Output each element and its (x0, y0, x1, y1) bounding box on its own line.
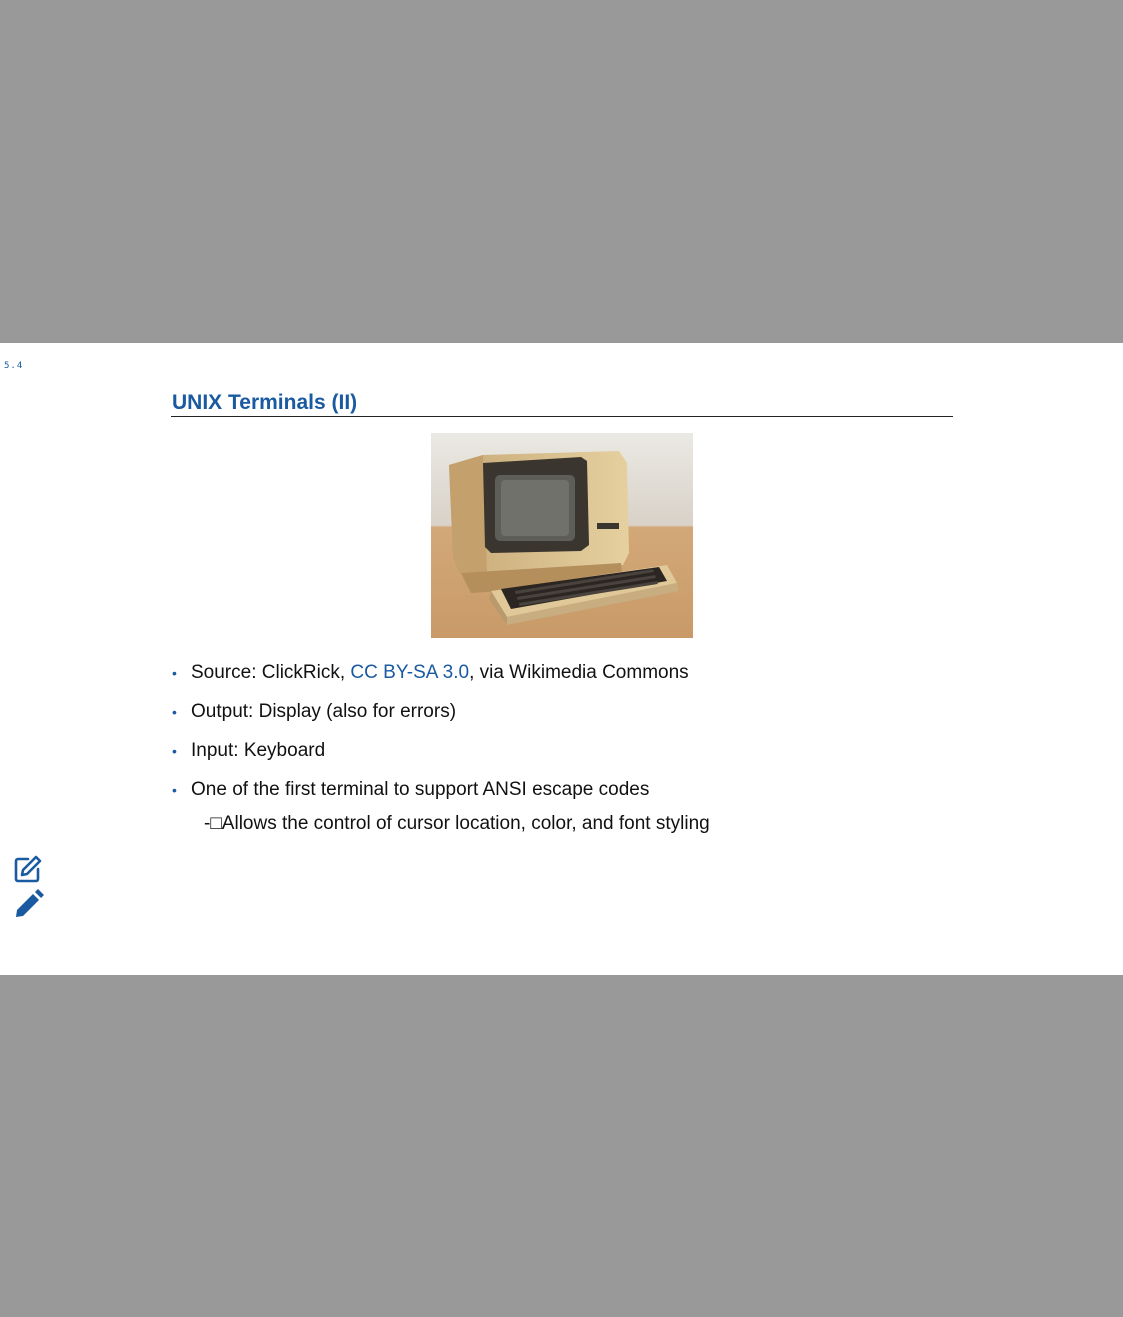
bullet-dot: • (172, 743, 177, 759)
pencil-icon[interactable] (12, 889, 44, 921)
slide: 5.4 UNIX Terminals (II) • Source: ClickR… (0, 343, 1123, 975)
list-item: • One of the first terminal to support A… (172, 778, 952, 817)
ansi-text: One of the first terminal to support ANS… (191, 779, 650, 800)
title-divider (171, 416, 953, 417)
sub-bullet: -□Allows the control of cursor location,… (204, 813, 710, 834)
edit-note-icon[interactable] (12, 853, 44, 885)
list-item: • Input: Keyboard (172, 739, 952, 778)
slide-number: 5.4 (4, 361, 24, 371)
bullet-dot: • (172, 704, 177, 720)
bullet-dot: • (172, 782, 177, 798)
list-item: • Source: ClickRick, CC BY-SA 3.0, via W… (172, 661, 952, 700)
bullet-dot: • (172, 665, 177, 681)
output-text: Output: Display (also for errors) (191, 701, 457, 722)
slide-title: UNIX Terminals (II) (172, 391, 358, 414)
bullet-list: • Source: ClickRick, CC BY-SA 3.0, via W… (172, 661, 952, 817)
license-link[interactable]: CC BY-SA 3.0 (350, 662, 469, 683)
input-text: Input: Keyboard (191, 740, 326, 761)
source-text: Source: ClickRick, (191, 662, 351, 683)
source-suffix: , via Wikimedia Commons (469, 662, 689, 683)
list-item: • Output: Display (also for errors) (172, 700, 952, 739)
vt100-terminal-photo (431, 433, 693, 638)
